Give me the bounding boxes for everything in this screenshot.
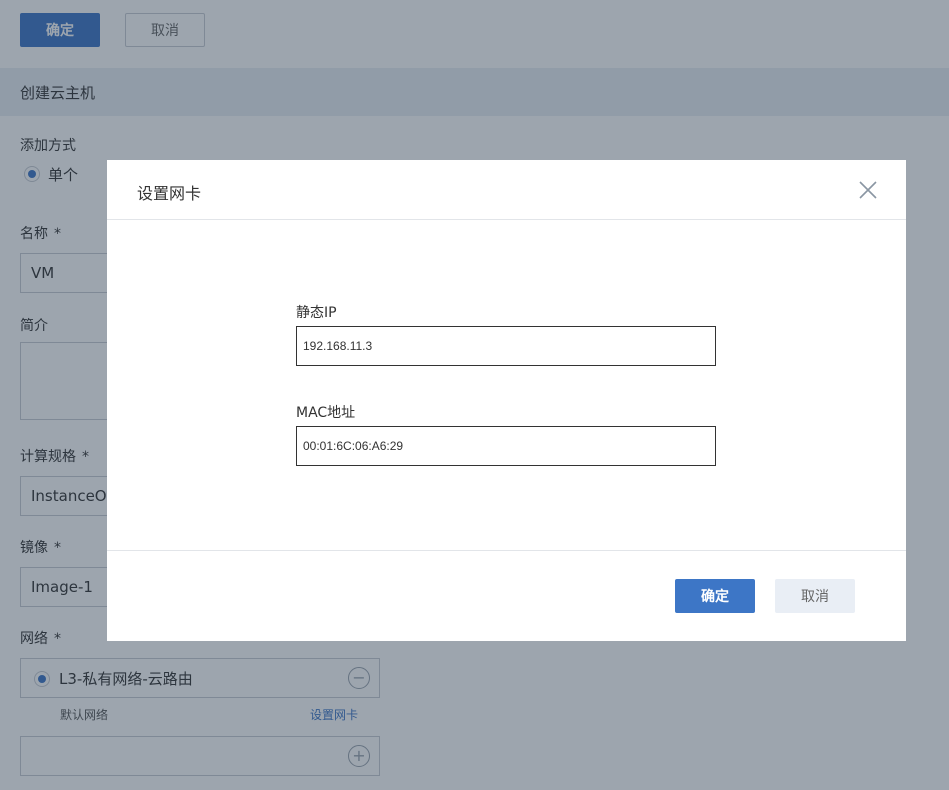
dialog-cancel-button[interactable]: 取消 (775, 579, 855, 613)
static-ip-label: 静态IP (296, 305, 337, 321)
dialog-footer-divider (107, 550, 906, 551)
close-icon[interactable] (858, 180, 878, 200)
dialog-header: 设置网卡 (107, 160, 906, 220)
dialog-title: 设置网卡 (137, 184, 202, 203)
dialog-confirm-button[interactable]: 确定 (675, 579, 755, 613)
static-ip-input[interactable] (296, 326, 716, 366)
set-nic-dialog: 设置网卡 静态IP MAC地址 确定 取消 (107, 160, 906, 641)
mac-address-input[interactable] (296, 426, 716, 466)
mac-address-label: MAC地址 (296, 405, 356, 421)
